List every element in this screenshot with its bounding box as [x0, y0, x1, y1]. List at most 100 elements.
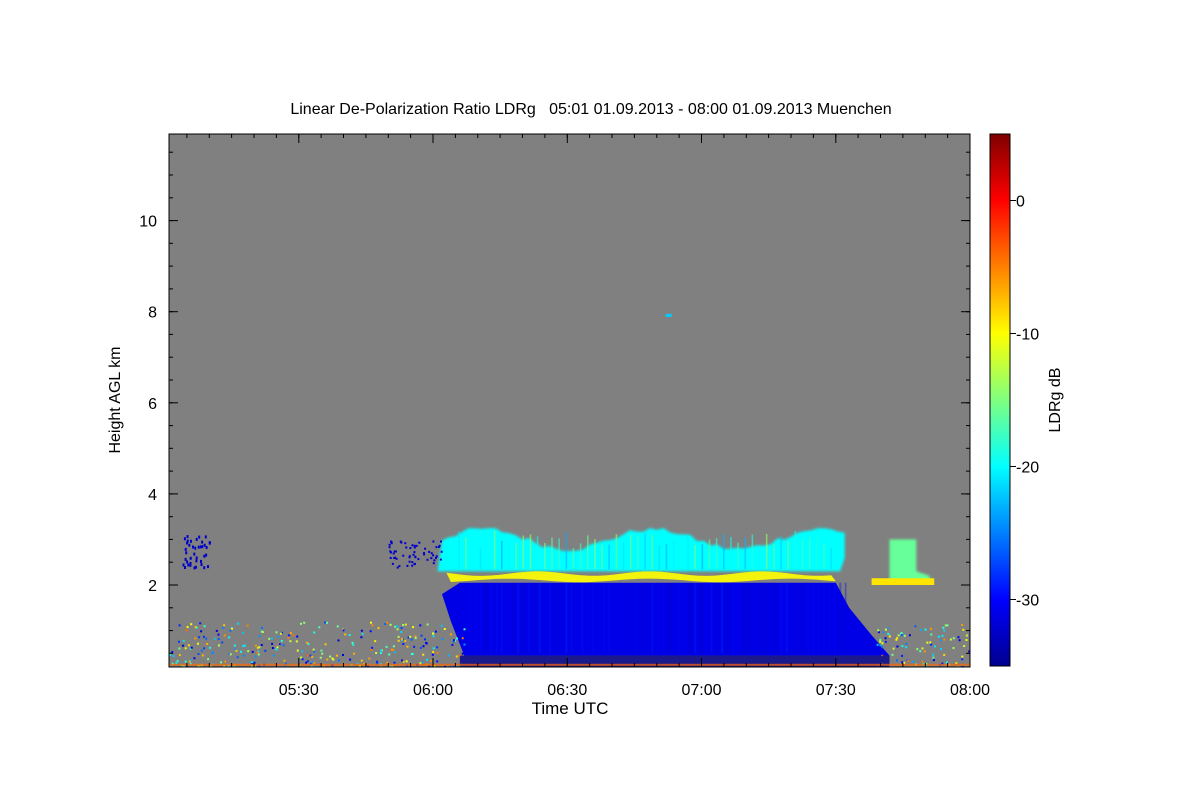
precip-streak [560, 582, 562, 654]
cloud-streak [672, 539, 675, 569]
clutter-pixel [370, 621, 372, 624]
cloud-streak [737, 542, 739, 569]
clutter-pixel [386, 621, 389, 624]
clutter-pixel [305, 661, 308, 664]
aerosol-speck [195, 537, 198, 541]
clutter-pixel [404, 623, 407, 626]
clutter-pixel [394, 651, 397, 654]
clutter-pixel [271, 637, 273, 640]
clutter-pixel [211, 651, 214, 654]
clutter-pixel [280, 640, 283, 642]
clutter-pixel [896, 645, 899, 648]
clutter-pixel [287, 634, 290, 637]
clutter-pixel [901, 654, 904, 657]
clutter-pixel [419, 646, 422, 649]
cloud-streak [465, 537, 467, 570]
clutter-pixel [247, 650, 250, 653]
precip-streak [662, 582, 665, 654]
cloud-streak [629, 534, 632, 569]
ldr-chart: Linear De-Polarization Ratio LDRg 05:01 … [107, 101, 1064, 718]
clutter-pixel [907, 660, 909, 663]
clutter-pixel [209, 646, 211, 649]
precip-streak [844, 582, 847, 654]
clutter-pixel [278, 643, 281, 645]
clutter-pixel [311, 655, 314, 658]
precip-streak [619, 582, 622, 654]
precip-streak [764, 582, 767, 654]
cloud-streak [529, 534, 532, 570]
clutter-pixel [410, 653, 413, 656]
aerosol-speck [409, 547, 412, 550]
aerosol-speck [406, 564, 409, 567]
precip-streak [490, 582, 493, 654]
clutter-pixel [451, 643, 454, 646]
clutter-pixel [243, 644, 246, 647]
precip-streak [694, 582, 697, 654]
precip-streak [565, 582, 568, 654]
precip-streak [715, 582, 718, 654]
aerosol-speck [428, 550, 431, 553]
clutter-pixel [351, 641, 354, 644]
cloud-streak [637, 535, 639, 569]
clutter-pixel [436, 646, 439, 649]
clutter-pixel [185, 629, 188, 632]
clutter-pixel [930, 633, 933, 636]
clutter-pixel [282, 644, 285, 647]
clutter-pixel [887, 627, 889, 630]
precip-streak [592, 582, 594, 654]
precip-streak [517, 582, 520, 654]
cloud-streak [808, 538, 811, 569]
clutter-pixel [349, 658, 352, 661]
aerosol-speck [418, 541, 421, 544]
clutter-pixel [321, 652, 324, 655]
clutter-pixel [426, 658, 429, 661]
clutter-pixel [197, 642, 199, 645]
clutter-pixel [932, 653, 935, 656]
aerosol-speck [414, 556, 417, 559]
clutter-pixel [879, 644, 882, 647]
cloud-streak [816, 535, 818, 570]
aerosol-speck [189, 556, 192, 560]
clutter-pixel [943, 653, 946, 656]
aerosol-speck [408, 556, 411, 559]
precip-streak [823, 582, 825, 654]
aerosol-speck [205, 553, 208, 557]
cloud-streak [536, 536, 539, 570]
precip-streak [597, 582, 600, 654]
y-tick-label: 10 [139, 214, 157, 231]
cloud-streak [823, 543, 825, 569]
clutter-pixel [882, 631, 885, 634]
cloud-streak [787, 541, 789, 569]
cloud-streak [544, 543, 546, 570]
clutter-pixel [229, 653, 232, 656]
aerosol-speck [184, 547, 187, 551]
clutter-pixel [306, 641, 309, 644]
clutter-pixel [342, 654, 344, 656]
clutter-pixel [396, 625, 399, 628]
clutter-pixel [261, 631, 264, 633]
clutter-pixel [402, 660, 405, 663]
clutter-pixel [413, 645, 416, 648]
clutter-pixel [313, 650, 316, 653]
aerosol-speck [402, 554, 405, 557]
clutter-pixel [261, 626, 263, 629]
aerosol-speck [203, 554, 206, 558]
precip-streak [774, 582, 777, 654]
aerosol-speck [426, 558, 429, 561]
precip-streak [769, 582, 772, 654]
cloud-streak [565, 532, 568, 570]
aerosol-speck [392, 552, 395, 555]
clutter-pixel [932, 656, 935, 659]
clutter-pixel [246, 624, 249, 627]
aerosol-speck [411, 561, 414, 564]
clutter-pixel [205, 637, 208, 640]
precip-streak [533, 582, 536, 654]
aerosol-speck [435, 555, 438, 558]
clutter-pixel [272, 654, 275, 657]
cloud-streak [472, 532, 474, 569]
clutter-pixel [260, 644, 263, 646]
cloud-streak [765, 534, 768, 569]
aerosol-speck [413, 563, 416, 566]
clutter-pixel [900, 634, 903, 636]
cloud-streak [708, 539, 711, 570]
